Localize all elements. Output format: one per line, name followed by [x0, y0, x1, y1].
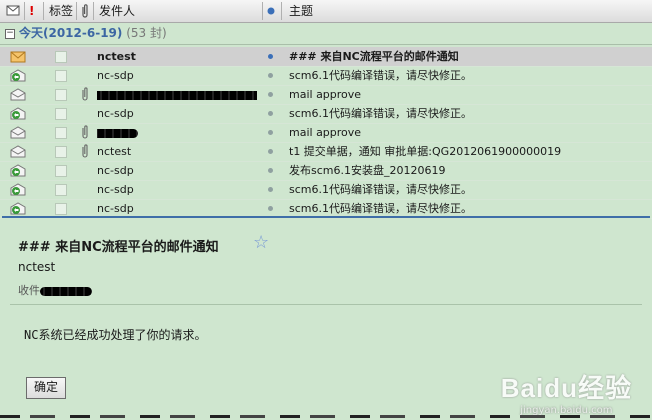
row-subject: ### 来自NC流程平台的邮件通知: [289, 50, 459, 63]
status-dot[interactable]: [268, 168, 273, 173]
message-row[interactable]: nctest ### 来自NC流程平台的邮件通知: [0, 47, 652, 67]
status-dot[interactable]: [268, 73, 273, 78]
row-subject: scm6.1代码编译错误，请尽快修正。: [289, 107, 472, 120]
attachment-icon: [81, 123, 89, 142]
preview-from: nctest: [18, 260, 56, 274]
recipient-label: 收件: [18, 284, 40, 297]
message-row[interactable]: nc-sdp 发布scm6.1安装盘_20120619: [0, 161, 652, 181]
row-subject: mail approve: [289, 126, 362, 139]
status-dot[interactable]: [268, 54, 273, 59]
redacted-recipient: [40, 286, 92, 296]
status-dot[interactable]: [268, 149, 273, 154]
label-checkbox[interactable]: [55, 51, 67, 63]
watermark: Baidu经验 jingyan.baidu.com: [501, 368, 632, 416]
row-sender: nc-sdp: [97, 164, 134, 177]
divider: [10, 304, 642, 305]
envelope-icon[interactable]: [6, 0, 20, 22]
label-checkbox[interactable]: [55, 89, 67, 101]
group-count: (53 封): [126, 26, 167, 40]
status-dot[interactable]: [268, 130, 273, 135]
redacted-sender: [97, 90, 257, 100]
collapse-icon[interactable]: −: [5, 28, 15, 39]
attachment-icon: [81, 85, 89, 104]
label-column-header[interactable]: 标签: [49, 0, 73, 22]
message-row[interactable]: mail approve: [0, 85, 652, 105]
status-dot-header-icon[interactable]: [266, 0, 276, 22]
subject-column-header[interactable]: 主题: [289, 0, 313, 22]
row-sender: [97, 123, 257, 142]
row-sender: nctest: [97, 50, 136, 63]
attachment-icon[interactable]: [80, 0, 90, 22]
label-checkbox[interactable]: [55, 146, 67, 158]
redacted-sender: [97, 128, 138, 138]
status-dot[interactable]: [268, 187, 273, 192]
message-row[interactable]: mail approve: [0, 123, 652, 143]
status-dot[interactable]: [268, 206, 273, 211]
priority-icon[interactable]: !: [29, 0, 34, 22]
row-subject: t1 提交单据，通知 审批单据:QG2012061900000019: [289, 145, 562, 158]
message-row[interactable]: nc-sdp scm6.1代码编译错误，请尽快修正。: [0, 180, 652, 200]
row-subject: mail approve: [289, 88, 362, 101]
label-checkbox[interactable]: [55, 184, 67, 196]
sender-column-header[interactable]: 发件人: [99, 0, 135, 22]
group-title: 今天(2012-6-19): [19, 26, 123, 40]
row-sender: nctest: [97, 145, 132, 158]
preview-body: NC系统已经成功处理了你的请求。: [24, 328, 207, 342]
row-subject: scm6.1代码编译错误，请尽快修正。: [289, 69, 472, 82]
row-sender: [97, 85, 257, 104]
message-row[interactable]: nc-sdp scm6.1代码编译错误，请尽快修正。: [0, 66, 652, 86]
message-preview-pane: ### 来自NC流程平台的邮件通知 ☆ nctest 收件 NC系统已经成功处理…: [2, 216, 650, 420]
attachment-icon: [81, 142, 89, 161]
message-row[interactable]: nc-sdp scm6.1代码编译错误，请尽快修正。: [0, 104, 652, 124]
status-dot[interactable]: [268, 92, 273, 97]
list-header: ! 标签 发件人 主题: [0, 0, 652, 23]
row-sender: nc-sdp: [97, 107, 134, 120]
watermark-brand: Baidu经验: [500, 373, 632, 403]
preview-recipient: 收件: [18, 282, 92, 298]
row-subject: scm6.1代码编译错误，请尽快修正。: [289, 183, 472, 196]
row-sender: nc-sdp: [97, 69, 134, 82]
star-icon[interactable]: ☆: [253, 232, 269, 253]
message-row[interactable]: nctest t1 提交单据，通知 审批单据:QG2012061900000019: [0, 142, 652, 162]
label-checkbox[interactable]: [55, 108, 67, 120]
status-dot[interactable]: [268, 111, 273, 116]
ok-button[interactable]: 确定: [26, 377, 66, 399]
label-checkbox[interactable]: [55, 165, 67, 177]
label-checkbox[interactable]: [55, 70, 67, 82]
row-subject: 发布scm6.1安装盘_20120619: [289, 164, 446, 177]
label-checkbox[interactable]: [55, 127, 67, 139]
date-group-header[interactable]: − 今天(2012-6-19) (53 封): [0, 23, 652, 45]
label-checkbox[interactable]: [55, 203, 67, 215]
preview-subject: ### 来自NC流程平台的邮件通知: [18, 240, 219, 255]
row-sender: nc-sdp: [97, 183, 134, 196]
